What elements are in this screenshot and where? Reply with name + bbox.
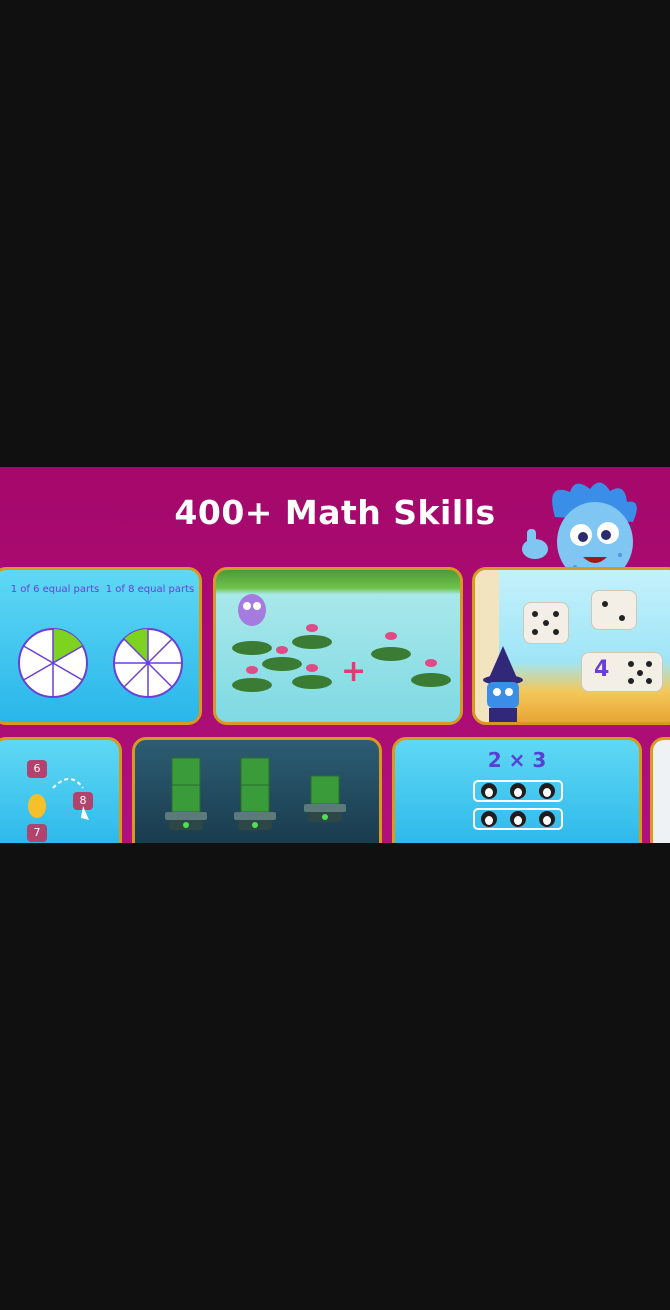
feature-banner: 400+ Math Skills 1 of 6 equal parts 1 of…	[0, 467, 670, 843]
card-fractions[interactable]: 1 of 6 equal parts 1 of 8 equal parts	[0, 567, 202, 725]
penguin-icon	[538, 783, 555, 799]
penguin-icon	[481, 783, 498, 799]
wizard-icon	[483, 646, 523, 722]
penguin-icon	[538, 811, 555, 827]
fraction-label-left: 1 of 6 equal parts	[10, 584, 100, 595]
card-path[interactable]: 6 8 7	[0, 737, 122, 843]
penguin-icon	[509, 783, 526, 799]
penguin-icon	[481, 811, 498, 827]
card-pond[interactable]: +	[213, 567, 463, 725]
blocks-scene	[165, 757, 346, 830]
penguin-row-1	[473, 780, 563, 802]
dice-number-label: 4	[594, 657, 610, 682]
path-scene	[28, 778, 89, 820]
pie-eighths	[113, 628, 183, 698]
pond-scene	[232, 594, 451, 692]
pie-sixths	[18, 628, 88, 698]
card-partial[interactable]	[650, 737, 670, 843]
dice-five	[523, 602, 569, 644]
card-multiply[interactable]: 2 × 3	[392, 737, 642, 843]
card-blocks[interactable]	[132, 737, 382, 843]
fraction-label-right: 1 of 8 equal parts	[105, 584, 195, 595]
dice-number: 4	[581, 652, 663, 692]
penguin-icon	[509, 811, 526, 827]
card-dice[interactable]: 4	[472, 567, 670, 725]
penguin-row-2	[473, 808, 563, 830]
multiply-expression: 2 × 3	[487, 748, 547, 772]
dice-two	[591, 590, 637, 630]
plus-operator: +	[341, 654, 367, 689]
